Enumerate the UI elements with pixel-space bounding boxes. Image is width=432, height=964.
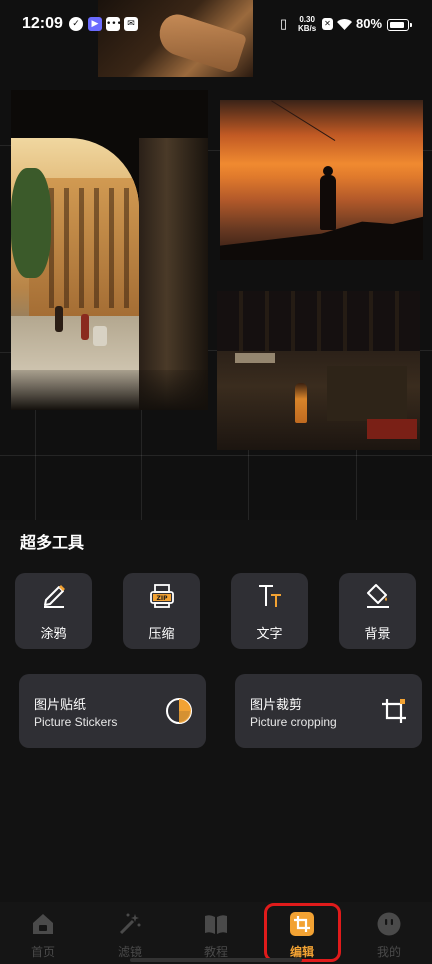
wifi-icon [337, 19, 352, 30]
battery-icon [387, 19, 412, 31]
check-circle-icon: ✓ [69, 17, 83, 31]
picture-cropping-title-zh: 图片裁剪 [250, 698, 303, 713]
net-speed-unit: KB/s [298, 24, 317, 33]
tool-compress-label: 压缩 [148, 627, 175, 642]
status-time: 12:09 [22, 15, 63, 32]
nav-filters[interactable]: 滤镜 [100, 910, 160, 960]
network-speed: 0.30 KB/s [298, 15, 316, 33]
nav-home-label: 首页 [30, 945, 55, 959]
pencil-icon [44, 585, 65, 608]
magic-wand-icon [119, 913, 141, 935]
sim-x-icon: ✕ [322, 18, 333, 30]
play-app-icon: ▶ [88, 17, 102, 31]
tool-text-button[interactable]: 文字 [231, 573, 308, 649]
paint-bucket-icon [367, 584, 389, 608]
tool-text-label: 文字 [256, 627, 283, 642]
svg-text:ZIP: ZIP [157, 595, 169, 602]
nav-mine[interactable]: 我的 [359, 910, 419, 960]
status-bar: 12:09 ✓ ▶ ••• ✉ ▯ 0.30 KB/s ✕ 80% [0, 0, 432, 52]
tool-compress-button[interactable]: ZIP 压缩 [123, 573, 200, 649]
tools-section-title: 超多工具 [20, 533, 85, 552]
tool-doodle-button[interactable]: 涂鸦 [15, 573, 92, 649]
photo-collage[interactable] [0, 0, 432, 520]
bottom-navigation: 首页 滤镜 教程 编辑 我的 [0, 902, 432, 964]
text-icon [259, 585, 281, 607]
zip-icon: ZIP [150, 584, 174, 608]
picture-cropping-card[interactable]: 图片裁剪 Picture cropping [235, 674, 422, 748]
sticker-icon [166, 698, 192, 724]
tool-doodle-label: 涂鸦 [40, 627, 67, 642]
active-tab-highlight [264, 903, 341, 962]
picture-cropping-title-en: Picture cropping [250, 715, 337, 729]
gesture-home-bar[interactable] [130, 958, 302, 962]
picture-stickers-title-zh: 图片贴纸 [34, 698, 87, 713]
battery-percent: 80% [356, 16, 383, 31]
tool-background-button[interactable]: 背景 [339, 573, 416, 649]
crop-icon [382, 699, 406, 723]
nav-mine-label: 我的 [376, 945, 401, 959]
nav-tutorials[interactable]: 教程 [186, 910, 246, 960]
net-speed-value: 0.30 [299, 15, 315, 24]
street-arch-photo[interactable] [11, 90, 208, 410]
market-woman-photo[interactable] [217, 291, 420, 450]
nav-home[interactable]: 首页 [13, 910, 73, 960]
book-icon [205, 915, 227, 934]
picture-stickers-title-en: Picture Stickers [34, 715, 118, 729]
chat-app-icon: ••• [106, 17, 122, 31]
home-icon [33, 914, 53, 934]
picture-stickers-card[interactable]: 图片贴纸 Picture Stickers [19, 674, 206, 748]
mail-icon: ✉ [124, 17, 138, 31]
vibrate-icon: ▯ [280, 16, 288, 31]
sunset-fisherman-photo[interactable] [220, 100, 423, 260]
tool-background-label: 背景 [364, 627, 391, 642]
profile-face-icon [377, 912, 401, 936]
